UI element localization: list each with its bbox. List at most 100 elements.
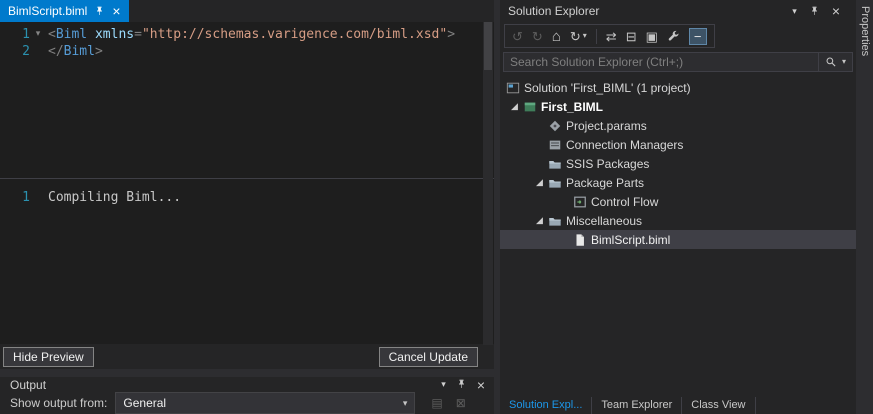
code-lines: 1 ▾ <Biml xmlns="http://schemas.varigence.… — [0, 26, 494, 60]
tree-item-ssis-packages[interactable]: SSIS Packages — [500, 154, 856, 173]
expander-icon[interactable]: ◢ — [506, 102, 523, 111]
tree-item-label: Project.params — [566, 118, 647, 133]
solution-icon — [506, 81, 524, 95]
home-icon[interactable]: ⌂ — [552, 29, 561, 44]
editor-area: BimlScript.biml × 1 ▾ <Biml xmlns="http://… — [0, 0, 494, 414]
chevron-down-icon: ▾ — [402, 397, 408, 408]
tree-item-bimlscript-biml[interactable]: BimlScript.biml — [500, 230, 856, 249]
tree-item-label: First_BIML — [541, 99, 604, 114]
tree-item-miscellaneous[interactable]: ◢ Miscellaneous — [500, 211, 856, 230]
search-box: ▾ — [503, 52, 853, 72]
editor-tab-bar: BimlScript.biml × — [0, 0, 494, 22]
output-source-value: General — [123, 396, 167, 410]
horizontal-splitter[interactable] — [0, 369, 494, 377]
tree-item-label: Miscellaneous — [566, 213, 643, 228]
search-input[interactable] — [504, 53, 818, 71]
sync-with-active-document-icon[interactable]: ⇄ — [606, 30, 617, 43]
tree-item-control-flow[interactable]: Control Flow — [500, 192, 856, 211]
toolbar-separator — [595, 28, 597, 44]
code-line-1[interactable]: 1 Compiling Biml... — [0, 189, 494, 206]
right-edge-strip: Properties — [857, 0, 873, 414]
preview-lines: 1 Compiling Biml... — [0, 189, 494, 206]
project-icon — [523, 100, 541, 114]
window-position-icon[interactable]: ▾ — [441, 380, 446, 389]
tool-tab-solution-expl[interactable]: Solution Expl... — [500, 397, 593, 414]
expander-icon[interactable]: ◢ — [531, 178, 548, 187]
collapse-all-icon[interactable]: ⊟ — [626, 30, 637, 43]
chevron-down-icon: ▾ — [582, 31, 587, 40]
output-panel-title: Output — [10, 377, 47, 392]
properties-wrench-icon[interactable] — [667, 30, 680, 43]
tree-item-connection-managers[interactable]: Connection Managers — [500, 135, 856, 154]
tree-item-first-biml[interactable]: ◢ First_BIML — [500, 97, 856, 116]
fold-marker-icon[interactable]: ▾ — [30, 26, 46, 43]
control-flow-icon — [573, 195, 591, 209]
tree-item-label: BimlScript.biml — [591, 232, 671, 247]
back-icon[interactable]: ↺ — [512, 30, 523, 43]
show-all-files-icon[interactable]: ▣ — [646, 30, 658, 43]
solution-explorer-toolbar: ↺ ↻ ⌂ ↻ ▾ ⇄ ⊟ ▣ − — [500, 22, 856, 50]
preview-actions-bar: Hide Preview Cancel Update — [0, 344, 494, 369]
tree-item-package-parts[interactable]: ◢ Package Parts — [500, 173, 856, 192]
close-icon[interactable]: × — [477, 378, 485, 392]
line-number: 1 — [22, 27, 30, 42]
output-panel-header[interactable]: Output ▾ × — [0, 377, 494, 392]
biml-preview-pane[interactable]: 1 Compiling Biml... — [0, 178, 494, 344]
tab-title: BimlScript.biml — [8, 4, 88, 18]
close-icon[interactable]: × — [832, 4, 840, 18]
output-messages-icon[interactable]: ▤ — [431, 396, 442, 410]
pin-icon[interactable] — [809, 6, 820, 17]
editor-scrollbar[interactable] — [483, 22, 493, 345]
code-line-1[interactable]: 1 ▾ <Biml xmlns="http://schemas.varigence.… — [0, 26, 494, 43]
tree-item-label: Control Flow — [591, 194, 659, 209]
code-text: Compiling Biml... — [48, 190, 182, 205]
folder-icon — [548, 176, 566, 190]
chevron-down-icon[interactable]: ▾ — [842, 58, 846, 66]
show-output-from-label: Show output from: — [10, 396, 108, 410]
code-editor[interactable]: 1 ▾ <Biml xmlns="http://schemas.varigence.… — [0, 22, 494, 178]
code-line-2[interactable]: 2 </Biml> — [0, 43, 494, 60]
scrollbar-thumb[interactable] — [484, 22, 492, 70]
tool-tab-team-explorer[interactable]: Team Explorer — [592, 397, 683, 414]
tree-item-label: Solution 'First_BIML' (1 project) — [524, 80, 691, 95]
pin-icon[interactable] — [456, 379, 467, 390]
code-text: <Biml xmlns="http://schemas.varigence.co… — [48, 27, 456, 42]
solution-explorer-panel: Solution Explorer ▾ × ↺ ↻ ⌂ ↻ ▾ ⇄ ⊟ ▣ − … — [500, 0, 856, 414]
tab-bimlscript[interactable]: BimlScript.biml × — [0, 0, 129, 22]
output-toolbar: Show output from: General ▾ ▤ ⊠ — [0, 392, 494, 414]
vs-window: BimlScript.biml × 1 ▾ <Biml xmlns="http://… — [0, 0, 873, 414]
file-icon — [573, 233, 591, 247]
expander-icon[interactable]: ◢ — [531, 216, 548, 225]
tab-properties[interactable]: Properties — [859, 0, 871, 414]
tree-item-solution-first-biml-1-project[interactable]: Solution 'First_BIML' (1 project) — [500, 78, 856, 97]
close-icon[interactable]: × — [112, 4, 120, 18]
refresh-icon: ↻ — [569, 28, 581, 44]
tree-item-label: Connection Managers — [566, 137, 684, 152]
tree-item-project-params[interactable]: Project.params — [500, 116, 856, 135]
preview-selected-items-toggle[interactable]: − — [688, 27, 707, 45]
connection-icon — [548, 138, 566, 152]
tool-window-tabs: Solution Expl... Team Explorer Class View — [500, 397, 856, 414]
switch-views-button[interactable]: ↻ ▾ — [570, 30, 587, 43]
line-number: 2 — [22, 44, 30, 59]
hide-preview-button[interactable]: Hide Preview — [3, 346, 94, 367]
toolbar-group: ↺ ↻ ⌂ ↻ ▾ ⇄ ⊟ ▣ − — [504, 24, 715, 48]
line-number: 1 — [22, 190, 30, 205]
solution-tree: Solution 'First_BIML' (1 project) ◢ First_… — [500, 76, 856, 397]
solution-explorer-titlebar[interactable]: Solution Explorer ▾ × — [500, 0, 856, 22]
forward-icon[interactable]: ↻ — [532, 30, 543, 43]
code-text: </Biml> — [48, 44, 103, 59]
folder-icon — [548, 157, 566, 171]
cancel-update-button[interactable]: Cancel Update — [378, 346, 478, 367]
panel-title: Solution Explorer — [508, 4, 600, 18]
params-icon — [548, 119, 566, 133]
output-source-dropdown[interactable]: General ▾ — [115, 392, 416, 414]
search-icon[interactable] — [825, 56, 837, 68]
window-position-icon[interactable]: ▾ — [792, 6, 797, 16]
pin-icon[interactable] — [94, 6, 105, 17]
tree-item-label: Package Parts — [566, 175, 645, 190]
tool-tab-class-view[interactable]: Class View — [682, 397, 756, 414]
output-panel: Output ▾ × Show output from: General ▾ ▤ — [0, 377, 494, 414]
clear-all-icon[interactable]: ⊠ — [456, 396, 466, 410]
